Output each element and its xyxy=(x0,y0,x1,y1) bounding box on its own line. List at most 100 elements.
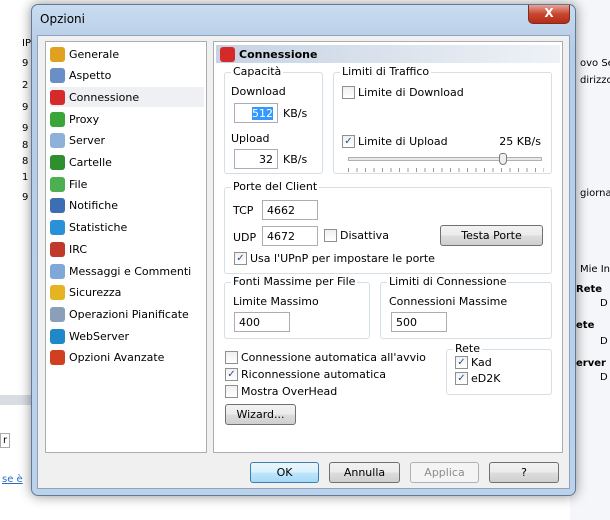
group-legend: Capacità xyxy=(231,65,284,78)
group-legend: Porte del Client xyxy=(231,180,320,193)
checkbox-label: Mostra OverHead xyxy=(241,385,338,398)
group-legend: Limiti di Connessione xyxy=(387,275,509,288)
bg-text: erver xyxy=(576,358,606,369)
sidebar-item-label: Aspetto xyxy=(69,69,112,83)
wizard-button[interactable]: Wizard... xyxy=(225,404,296,425)
dialog-body: Generale Aspetto Connessione Proxy Server Car… xyxy=(37,35,570,489)
upload-limit-slider-track[interactable] xyxy=(348,157,542,161)
auto-connect-checkbox[interactable]: Connessione automatica all'avvio xyxy=(225,351,426,364)
ed2k-checkbox[interactable]: ✓ eD2K xyxy=(455,372,500,385)
slider-ticks xyxy=(348,168,544,172)
proxy-icon xyxy=(50,111,65,127)
panel-header: Connessione xyxy=(216,45,560,63)
connection-panel: Connessione Capacità Download 512 KB/s U… xyxy=(213,41,563,453)
bg-text: ovo Se xyxy=(580,58,610,69)
auto-reconnect-checkbox[interactable]: ✓ Riconnessione automatica xyxy=(225,368,386,381)
max-sources-input[interactable]: 400 xyxy=(234,312,290,332)
unit-label: KB/s xyxy=(283,153,308,166)
bg-text: Rete xyxy=(576,284,603,295)
sidebar-item-label: Generale xyxy=(69,47,120,61)
calendar-icon xyxy=(50,306,65,322)
tcp-port-input[interactable]: 4662 xyxy=(262,200,318,220)
kad-checkbox[interactable]: ✓ Kad xyxy=(455,356,492,369)
upload-limit-slider-thumb[interactable] xyxy=(499,153,508,165)
disable-udp-checkbox[interactable]: Disattiva xyxy=(324,229,389,242)
show-overhead-checkbox[interactable]: Mostra OverHead xyxy=(225,385,337,398)
bg-link[interactable]: se è xyxy=(2,474,23,485)
panel-title: Connessione xyxy=(239,47,318,61)
upload-label: Upload xyxy=(231,132,270,145)
sidebar-item-generale[interactable]: Generale xyxy=(50,44,204,64)
help-button[interactable]: ? xyxy=(489,462,559,483)
sidebar-item-label: WebServer xyxy=(69,329,130,343)
sidebar-item-sicurezza[interactable]: Sicurezza xyxy=(50,283,204,303)
checkbox-label: Limite di Download xyxy=(358,86,464,99)
checkbox-box[interactable] xyxy=(342,86,355,99)
sidebar-item-label: Server xyxy=(69,134,106,148)
client-ports-group: Porte del Client TCP 4662 UDP 4672 Disat… xyxy=(224,180,552,274)
background-app-right: ovo Se dirizzo giorna Mie Inf Rete D ete… xyxy=(570,0,610,520)
max-connections-input[interactable]: 500 xyxy=(391,312,447,332)
upload-capacity-input[interactable]: 32 xyxy=(234,149,278,169)
download-limit-checkbox[interactable]: Limite di Download xyxy=(342,86,464,99)
udp-label: UDP xyxy=(233,231,257,244)
bg-text: 9 xyxy=(22,123,29,134)
checkbox-box[interactable] xyxy=(324,229,337,242)
checkbox-label: Disattiva xyxy=(340,229,389,242)
checkbox-box[interactable]: ✓ xyxy=(234,252,247,265)
group-legend: Rete xyxy=(453,342,482,355)
checkbox-box[interactable]: ✓ xyxy=(455,356,468,369)
sidebar-item-file[interactable]: File xyxy=(50,174,204,194)
tcp-label: TCP xyxy=(233,204,254,217)
group-legend: Limiti di Traffico xyxy=(340,65,432,78)
sidebar-item-label: Proxy xyxy=(69,112,100,126)
sidebar-item-connessione[interactable]: Connessione xyxy=(50,87,204,108)
options-dialog: Opzioni X Generale Aspetto Connessione Prox… xyxy=(31,4,576,496)
download-label: Download xyxy=(231,85,286,98)
cancel-button[interactable]: Annulla xyxy=(329,462,400,483)
checkbox-box[interactable]: ✓ xyxy=(455,372,468,385)
apply-button[interactable]: Applica xyxy=(410,462,479,483)
sidebar-item-proxy[interactable]: Proxy xyxy=(50,109,204,129)
checkbox-box[interactable]: ✓ xyxy=(342,135,355,148)
checkbox-label: Limite di Upload xyxy=(358,135,448,148)
sidebar-item-label: IRC xyxy=(69,242,88,256)
bg-tab[interactable]: r xyxy=(0,433,11,448)
lock-icon xyxy=(50,285,65,301)
sidebar-item-server[interactable]: Server xyxy=(50,131,204,151)
sidebar-item-label: Messaggi e Commenti xyxy=(69,264,192,278)
sidebar-item-messaggi-e-commenti[interactable]: Messaggi e Commenti xyxy=(50,261,204,281)
sidebar-item-operazioni-pianificate[interactable]: Operazioni Pianificate xyxy=(50,304,204,324)
sidebar-item-irc[interactable]: IRC xyxy=(50,239,204,259)
udp-port-input[interactable]: 4672 xyxy=(262,226,318,246)
sidebar-item-aspetto[interactable]: Aspetto xyxy=(50,66,204,86)
test-ports-button[interactable]: Testa Porte xyxy=(440,225,543,246)
close-button[interactable]: X xyxy=(528,5,570,24)
sidebar-item-statistiche[interactable]: Statistiche xyxy=(50,218,204,238)
checkbox-label: Kad xyxy=(471,356,492,369)
sidebar-item-label: Statistiche xyxy=(69,221,128,235)
sidebar-item-cartelle[interactable]: Cartelle xyxy=(50,153,204,173)
max-sources-label: Limite Massimo xyxy=(233,295,319,308)
checkbox-box[interactable]: ✓ xyxy=(225,368,238,381)
bg-text: 8 xyxy=(22,156,29,167)
upload-limit-checkbox[interactable]: ✓ Limite di Upload xyxy=(342,135,448,148)
sidebar-item-notifiche[interactable]: Notifiche xyxy=(50,196,204,216)
bg-text: D xyxy=(600,298,608,309)
checkbox-label: Usa l'UPnP per impostare le porte xyxy=(250,252,435,265)
checkbox-label: Riconnessione automatica xyxy=(241,368,387,381)
upnp-checkbox[interactable]: ✓ Usa l'UPnP per impostare le porte xyxy=(234,252,435,265)
sidebar-item-opzioni-avanzate[interactable]: Opzioni Avanzate xyxy=(50,348,204,368)
dialog-title: Opzioni xyxy=(40,12,85,26)
ok-button[interactable]: OK xyxy=(250,462,319,483)
bg-bar xyxy=(0,395,31,405)
gear-icon xyxy=(50,46,65,62)
sidebar-item-webserver[interactable]: WebServer xyxy=(50,326,204,346)
max-connections-label: Connessioni Massime xyxy=(389,295,508,308)
checkbox-box[interactable] xyxy=(225,385,238,398)
download-capacity-input[interactable]: 512 xyxy=(234,103,278,123)
folder-icon xyxy=(50,155,65,170)
checkbox-box[interactable] xyxy=(225,351,238,364)
sidebar-item-label: Sicurezza xyxy=(69,286,122,300)
options-category-list: Generale Aspetto Connessione Proxy Server Car… xyxy=(45,41,207,453)
